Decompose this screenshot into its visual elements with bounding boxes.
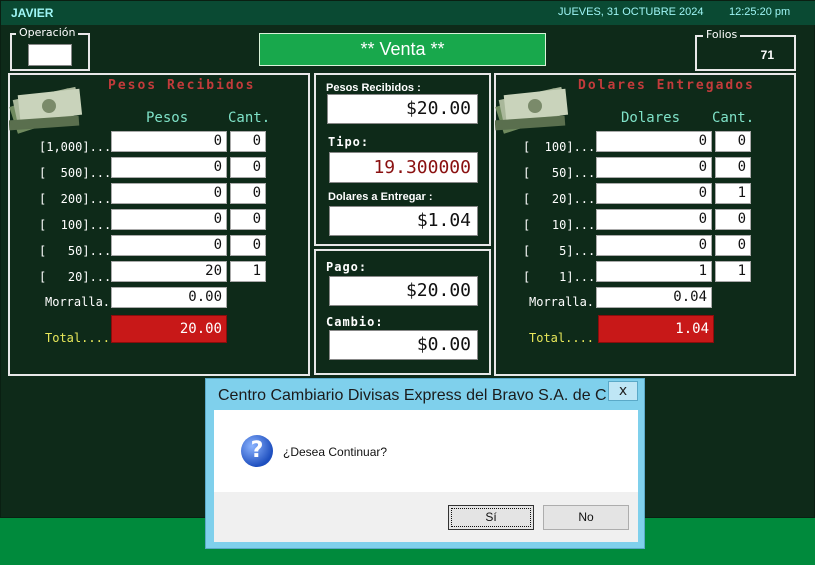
- dolares-input[interactable]: 0: [596, 183, 712, 204]
- cant-input[interactable]: 0: [715, 209, 751, 230]
- cant-input[interactable]: 0: [230, 157, 266, 178]
- current-time: 12:25:20 pm: [729, 6, 791, 18]
- denom-label: [ 1]...: [523, 270, 596, 284]
- denom-label: [ 5]...: [523, 244, 596, 258]
- col-cant-header: Cant.: [712, 110, 755, 126]
- current-date: JUEVES, 31 OCTUBRE 2024: [558, 6, 704, 18]
- pesos-input[interactable]: 0: [111, 131, 227, 152]
- pesos-total-label: Total....: [45, 331, 111, 345]
- dialog-message: ¿Desea Continuar?: [283, 445, 388, 459]
- pesos-input[interactable]: 0: [111, 183, 227, 204]
- dolares-input[interactable]: 1: [596, 261, 712, 282]
- dolares-morralla-input[interactable]: 0.04: [596, 287, 712, 308]
- pesos-panel-title: Pesos Recibidos: [108, 78, 256, 93]
- denom-label: [ 100]...: [39, 218, 112, 232]
- pesos-input[interactable]: 20: [111, 261, 227, 282]
- dolares-total-value: 1.04: [598, 315, 714, 343]
- venta-mode-button[interactable]: ** Venta **: [259, 33, 546, 66]
- pesos-input[interactable]: 0: [111, 235, 227, 256]
- pesos-recibidos-label: Pesos Recibidos :: [326, 82, 421, 94]
- dialog-title: Centro Cambiario Divisas Express del Bra…: [218, 387, 625, 404]
- cambio-label: Cambio:: [326, 315, 384, 329]
- cant-input[interactable]: 1: [230, 261, 266, 282]
- operacion-input[interactable]: [28, 44, 72, 66]
- cant-input[interactable]: 0: [715, 157, 751, 178]
- dolares-input[interactable]: 0: [596, 235, 712, 256]
- pesos-recibidos-panel: Pesos Recibidos Pesos Cant. [1,000]... 0…: [8, 73, 310, 376]
- conversion-panel: Pesos Recibidos : $20.00 Tipo: 19.300000…: [314, 73, 491, 246]
- pesos-total-value: 20.00: [111, 315, 227, 343]
- cant-input[interactable]: 0: [715, 131, 751, 152]
- col-pesos-header: Pesos: [146, 110, 189, 126]
- money-icon: [495, 86, 569, 134]
- no-button[interactable]: No: [543, 505, 629, 530]
- question-icon: ?: [241, 435, 273, 467]
- close-icon[interactable]: x: [608, 381, 638, 401]
- dolares-entregados-panel: Dolares Entregados Dolares Cant. [ 100].…: [494, 73, 796, 376]
- denom-label: [1,000]...: [39, 140, 112, 154]
- dolares-input[interactable]: 0: [596, 209, 712, 230]
- dolares-entregar-field[interactable]: $1.04: [329, 206, 478, 236]
- pesos-input[interactable]: 0: [111, 157, 227, 178]
- dolares-input[interactable]: 0: [596, 131, 712, 152]
- status-bar: JAVIER JUEVES, 31 OCTUBRE 2024 12:25:20 …: [1, 1, 815, 25]
- dolares-panel-title: Dolares Entregados: [578, 78, 755, 93]
- folios-value: 71: [760, 48, 774, 62]
- cant-input[interactable]: 0: [715, 235, 751, 256]
- confirm-dialog: Centro Cambiario Divisas Express del Bra…: [205, 378, 645, 549]
- pesos-morralla-input[interactable]: 0.00: [111, 287, 227, 308]
- cant-input[interactable]: 0: [230, 131, 266, 152]
- operacion-group: Operación: [10, 26, 90, 71]
- denom-label: [ 100]...: [523, 140, 596, 154]
- operacion-label: Operación: [16, 26, 79, 39]
- tipo-label: Tipo:: [328, 135, 370, 149]
- dolares-entregar-label: Dolares a Entregar :: [328, 191, 433, 203]
- denom-label: [ 50]...: [523, 166, 596, 180]
- denom-label: [ 10]...: [523, 218, 596, 232]
- cant-input[interactable]: 1: [715, 183, 751, 204]
- pesos-input[interactable]: 0: [111, 209, 227, 230]
- denom-label: [ 200]...: [39, 192, 112, 206]
- denom-label: [ 500]...: [39, 166, 112, 180]
- pago-field[interactable]: $20.00: [329, 276, 478, 306]
- dialog-footer: Sí No: [214, 492, 638, 542]
- col-dolares-header: Dolares: [621, 110, 681, 126]
- money-icon: [9, 86, 83, 134]
- morralla-label: Morralla.: [45, 295, 111, 309]
- user-name: JAVIER: [11, 6, 54, 20]
- dolares-total-label: Total....: [529, 331, 595, 345]
- tipo-cambio-field[interactable]: 19.300000: [329, 152, 478, 183]
- col-cant-header: Cant.: [228, 110, 271, 126]
- cant-input[interactable]: 0: [230, 235, 266, 256]
- folios-group: Folios 71: [695, 28, 796, 71]
- folios-label: Folios: [703, 28, 741, 41]
- denom-label: [ 20]...: [39, 270, 112, 284]
- pesos-recibidos-field[interactable]: $20.00: [327, 94, 478, 124]
- pago-panel: Pago: $20.00 Cambio: $0.00: [314, 249, 491, 375]
- cant-input[interactable]: 1: [715, 261, 751, 282]
- dialog-body: ? ¿Desea Continuar?: [214, 410, 638, 492]
- cambio-field[interactable]: $0.00: [329, 330, 478, 360]
- denom-label: [ 20]...: [523, 192, 596, 206]
- yes-button[interactable]: Sí: [448, 505, 534, 530]
- morralla-label: Morralla.: [529, 295, 595, 309]
- cant-input[interactable]: 0: [230, 183, 266, 204]
- denom-label: [ 50]...: [39, 244, 112, 258]
- pago-label: Pago:: [326, 260, 368, 274]
- dolares-input[interactable]: 0: [596, 157, 712, 178]
- cant-input[interactable]: 0: [230, 209, 266, 230]
